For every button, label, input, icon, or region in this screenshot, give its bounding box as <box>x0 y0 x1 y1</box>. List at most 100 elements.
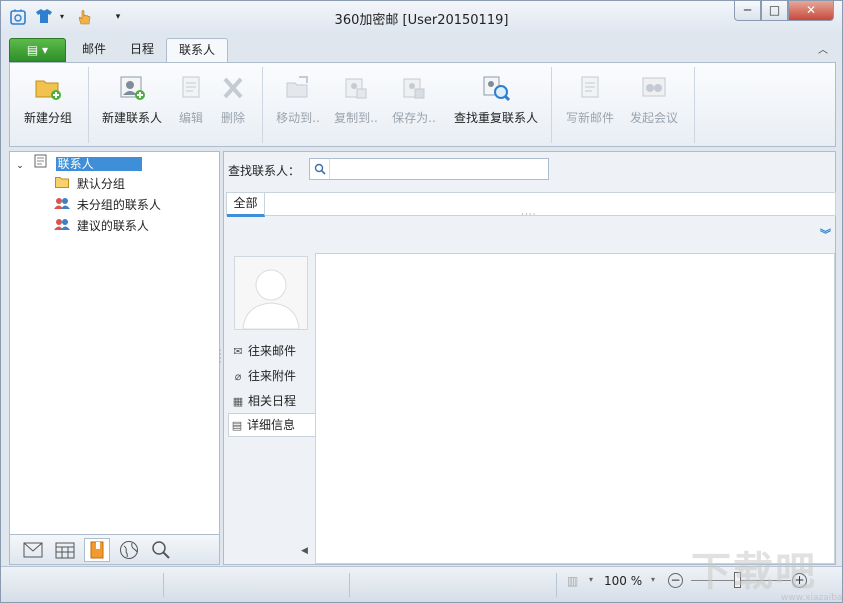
search-label: 查找联系人： <box>228 164 301 178</box>
avatar <box>234 256 308 330</box>
tab-mail[interactable]: 邮件 <box>70 38 118 63</box>
zoom-level: 100 % <box>604 574 643 588</box>
nav-label: 相关日程 <box>248 394 297 408</box>
ribbon-separator <box>694 67 695 143</box>
ribbon-separator <box>551 67 552 143</box>
copy-to-label: 复制到.. <box>334 111 378 125</box>
new-contact-label: 新建联系人 <box>101 111 162 125</box>
calendar-icon: ▦ <box>232 395 244 408</box>
nav-label: 往来附件 <box>248 369 297 383</box>
close-button[interactable]: ✕ <box>788 1 834 21</box>
status-separator <box>556 573 557 597</box>
resize-grip[interactable]: ···· <box>521 210 536 220</box>
save-as-label: 保存为.. <box>392 111 436 125</box>
layout-icon[interactable]: ▥ <box>567 574 578 588</box>
tree-item-label: 未分组的联系人 <box>76 198 161 212</box>
contacts-module-icon[interactable] <box>84 538 110 562</box>
zoom-out-button[interactable]: − <box>668 573 683 588</box>
collapse-ribbon-icon[interactable]: ︿ <box>818 41 828 56</box>
find-duplicates-button[interactable]: 查找重复联系人 <box>448 73 544 133</box>
start-meeting-button[interactable]: 发起会议 <box>626 73 682 133</box>
tree-root-contacts[interactable]: ⌄ 联系人 <box>14 154 142 174</box>
new-contact-button[interactable]: 新建联系人 <box>98 73 166 133</box>
address-book-icon <box>33 154 49 174</box>
nav-related-mail[interactable]: ✉ 往来邮件 <box>230 340 316 364</box>
maximize-button[interactable]: □ <box>761 1 788 21</box>
people-group-icon <box>54 216 70 236</box>
edit-label: 编辑 <box>178 111 203 125</box>
copy-to-button[interactable]: 复制到.. <box>330 73 382 133</box>
nav-label: 详细信息 <box>247 418 296 432</box>
detail-content-area <box>315 253 835 564</box>
write-mail-label: 写新邮件 <box>565 111 614 125</box>
tree-root-label: 联系人 <box>55 157 142 171</box>
module-switcher <box>9 535 220 565</box>
nav-related-attachments[interactable]: ⌀ 往来附件 <box>230 365 316 389</box>
nav-label: 往来邮件 <box>248 344 297 358</box>
save-as-button[interactable]: 保存为.. <box>388 73 440 133</box>
write-mail-button[interactable]: 写新邮件 <box>562 73 618 133</box>
meeting-icon <box>642 77 666 97</box>
new-group-button[interactable]: 新建分组 <box>20 73 76 133</box>
minimize-button[interactable]: ─ <box>734 1 761 21</box>
status-separator <box>163 573 164 597</box>
search-input[interactable] <box>309 158 549 180</box>
edit-button[interactable]: 编辑 <box>174 73 208 133</box>
title-bar: ▾ ▾ 360加密邮 [User20150119] ─ □ ✕ <box>1 1 842 35</box>
contacts-tree-pane: ⌄ 联系人 默认分组 未分组的联系人 建议的联系人 <box>9 151 220 535</box>
paperclip-icon: ⌀ <box>234 370 242 383</box>
nav-related-schedule[interactable]: ▦ 相关日程 <box>230 390 316 414</box>
id-card-icon: ▤ <box>231 419 243 432</box>
new-group-label: 新建分组 <box>23 111 72 125</box>
search-module-icon[interactable] <box>148 538 174 562</box>
app-menu-button[interactable]: ▤ ▾ <box>9 38 66 62</box>
calendar-module-icon[interactable] <box>52 538 78 562</box>
delete-icon <box>223 77 243 99</box>
save-as-icon <box>403 78 425 99</box>
globe-module-icon[interactable] <box>116 538 142 562</box>
expand-down-icon[interactable]: ︾ <box>820 226 831 242</box>
tab-calendar[interactable]: 日程 <box>118 38 166 63</box>
collapse-left-icon[interactable]: ◀ <box>301 546 308 556</box>
window-controls: ─ □ ✕ <box>734 1 834 21</box>
tree-item-default-group[interactable]: 默认分组 <box>54 174 125 194</box>
zoom-dropdown-icon[interactable]: ▾ <box>651 575 655 584</box>
contact-add-icon <box>120 76 145 100</box>
tree-item-label: 建议的联系人 <box>76 219 149 233</box>
tab-contacts[interactable]: 联系人 <box>166 38 229 63</box>
write-mail-icon <box>581 76 599 98</box>
start-meeting-label: 发起会议 <box>629 111 678 125</box>
filter-tab-all[interactable]: 全部 <box>227 193 265 217</box>
edit-icon <box>182 76 200 98</box>
copy-icon <box>345 78 367 99</box>
ribbon-separator <box>88 67 89 143</box>
layout-dropdown-icon[interactable]: ▾ <box>589 575 593 584</box>
contact-detail-pane: 查找联系人： 全部 ···· ︾ ✉ 往来邮件 ⌀ 往来附件 ▦ 相关日程 ▤ 详细信息… <box>223 151 836 565</box>
ribbon-tabs: ▤ ▾ 邮件 日程 联系人 <box>9 38 229 63</box>
folder-icon <box>54 174 70 194</box>
ribbon-separator <box>262 67 263 143</box>
delete-label: 删除 <box>220 111 245 125</box>
move-icon <box>286 76 308 98</box>
mail-module-icon[interactable] <box>20 538 46 562</box>
nav-details[interactable]: ▤ 详细信息 <box>228 413 316 437</box>
window-title: 360加密邮 [User20150119] <box>334 13 509 28</box>
people-group-icon <box>54 195 70 215</box>
pane-splitter[interactable]: · · · · <box>219 347 222 367</box>
find-duplicates-icon <box>483 76 511 102</box>
move-to-label: 移动到.. <box>276 111 320 125</box>
folder-add-icon <box>35 80 61 100</box>
ribbon: 新建分组 新建联系人 编辑 删除 移动到.. 复制到.. 保存为.. 查找重复联… <box>9 62 836 147</box>
watermark-logo: 下载吧 <box>691 549 817 595</box>
mail-icon: ✉ <box>233 345 243 358</box>
search-icon <box>310 159 330 179</box>
tree-item-ungrouped[interactable]: 未分组的联系人 <box>54 195 161 215</box>
status-separator <box>349 573 350 597</box>
find-duplicates-label: 查找重复联系人 <box>453 111 538 125</box>
expand-arrow-icon[interactable]: ⌄ <box>14 156 26 176</box>
move-to-button[interactable]: 移动到.. <box>272 73 324 133</box>
delete-button[interactable]: 删除 <box>216 73 250 133</box>
tree-item-suggested[interactable]: 建议的联系人 <box>54 216 149 236</box>
watermark-url: www.xiazaiba.com <box>781 593 843 603</box>
tree-item-label: 默认分组 <box>76 177 125 191</box>
